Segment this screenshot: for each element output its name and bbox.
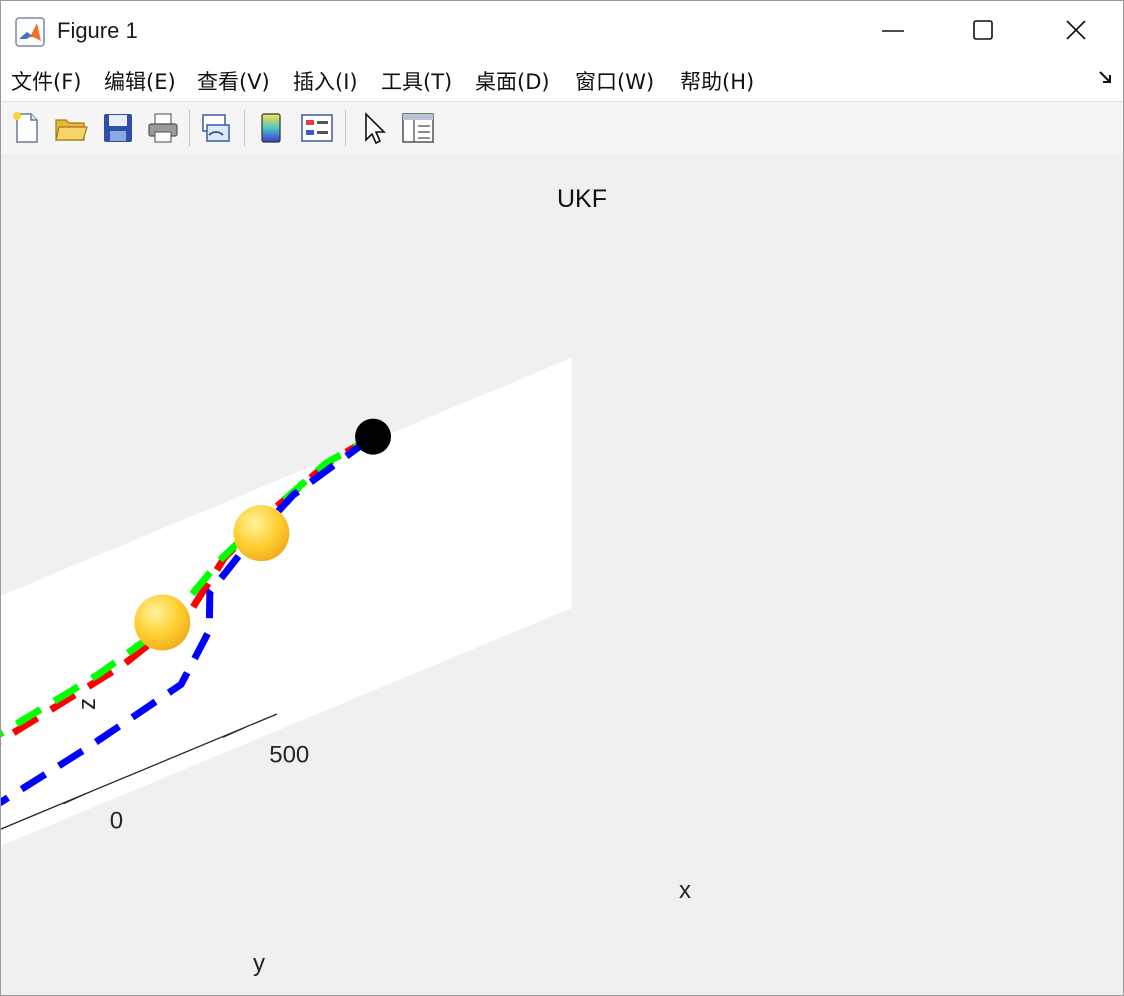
figure-canvas[interactable]: -1500-1000-50005004002000010020030040050… [1, 154, 1123, 995]
menu-tools[interactable]: 工具(T) [381, 66, 452, 96]
dock-arrow-icon[interactable] [1097, 69, 1115, 87]
link-plot-icon[interactable] [198, 110, 234, 146]
colorbar-icon[interactable] [253, 110, 289, 146]
close-button[interactable] [1031, 1, 1121, 59]
z-axis-label: z [74, 698, 101, 710]
marker-sphere-0 [355, 418, 392, 455]
print-icon[interactable] [145, 110, 181, 146]
plot-3d[interactable]: -1500-1000-50005004002000010020030040050… [1, 154, 1123, 995]
toolbar-separator [189, 110, 190, 146]
matlab-logo-icon [15, 17, 45, 47]
close-icon [1066, 20, 1086, 40]
new-figure-icon[interactable] [9, 110, 45, 146]
figure-window: Figure 1 文件(F) 编辑(E) 查看(V) 插入(I) 工具(T) 桌… [0, 0, 1124, 996]
maximize-icon [973, 20, 993, 40]
menu-desktop[interactable]: 桌面(D) [475, 66, 550, 96]
window-title: Figure 1 [57, 18, 138, 43]
pointer-icon[interactable] [356, 110, 392, 146]
maximize-button[interactable] [938, 1, 1028, 59]
x-tick-label: 0 [110, 808, 123, 835]
property-editor-icon[interactable] [400, 110, 436, 146]
title-bar[interactable]: Figure 1 [1, 1, 1123, 59]
marker-sphere-2 [134, 594, 191, 651]
save-icon[interactable] [100, 110, 136, 146]
y-axis-label: y [253, 950, 265, 977]
x-tick-label: 500 [269, 741, 309, 768]
menu-window[interactable]: 窗口(W) [575, 66, 654, 96]
chart-title: UKF [557, 185, 607, 213]
menu-view[interactable]: 查看(V) [197, 66, 270, 96]
legend-icon[interactable] [299, 110, 335, 146]
axes: -1500-1000-50005004002000010020030040050… [1, 358, 572, 846]
minimize-icon [882, 30, 904, 32]
menu-file[interactable]: 文件(F) [11, 66, 81, 96]
toolbar [1, 101, 1123, 155]
minimize-button[interactable] [848, 1, 938, 59]
toolbar-separator [244, 110, 245, 146]
menu-bar: 文件(F) 编辑(E) 查看(V) 插入(I) 工具(T) 桌面(D) 窗口(W… [1, 59, 1123, 101]
open-file-icon[interactable] [53, 110, 89, 146]
x-axis-label: x [679, 877, 691, 904]
menu-edit[interactable]: 编辑(E) [104, 66, 176, 96]
menu-help[interactable]: 帮助(H) [680, 66, 754, 96]
marker-sphere-1 [233, 505, 290, 562]
toolbar-separator [345, 110, 346, 146]
menu-insert[interactable]: 插入(I) [293, 66, 358, 96]
